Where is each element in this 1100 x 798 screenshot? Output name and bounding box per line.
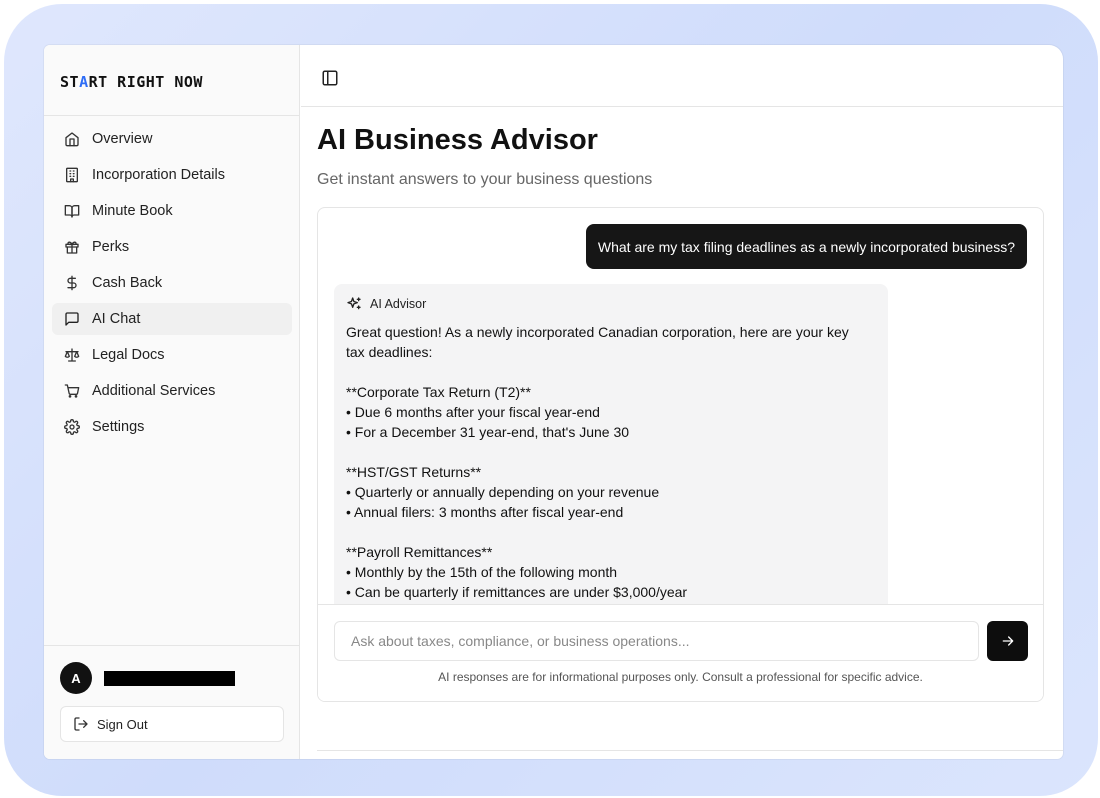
sidebar-item-legal-docs[interactable]: Legal Docs (52, 339, 292, 371)
book-open-icon (64, 203, 80, 219)
home-icon (64, 131, 80, 147)
building-icon (64, 167, 80, 183)
user-name-redacted (104, 670, 235, 686)
logo[interactable]: START RIGHT NOW (60, 73, 203, 91)
sidebar-item-label: Settings (92, 419, 145, 435)
ai-advisor-label: AI Advisor (370, 297, 427, 311)
dollar-icon (64, 275, 80, 291)
ai-message-line (346, 442, 876, 462)
sidebar-item-label: AI Chat (92, 311, 141, 327)
chat-input-area: AI responses are for informational purpo… (318, 604, 1043, 701)
sidebar-item-label: Perks (92, 239, 130, 255)
sidebar-item-minute-book[interactable]: Minute Book (52, 195, 292, 227)
logo-text-accent: A (79, 73, 89, 91)
gear-icon (64, 419, 80, 435)
sidebar-item-label: Overview (92, 131, 153, 147)
page-subtitle: Get instant answers to your business que… (317, 171, 653, 188)
chat-icon (64, 311, 80, 327)
sign-out-label: Sign Out (97, 716, 148, 732)
logo-text-end: RT RIGHT NOW (88, 73, 203, 91)
sidebar-item-cash-back[interactable]: Cash Back (52, 267, 292, 299)
ai-message-line: tax deadlines: (346, 344, 433, 360)
ai-message-line: • For a December 31 year-end, that's Jun… (346, 424, 630, 440)
sidebar-item-ai-chat[interactable]: AI Chat (52, 303, 292, 335)
ai-message-line: • Annual filers: 3 months after fiscal y… (346, 504, 624, 520)
page-title: AI Business Advisor (317, 124, 598, 156)
gift-icon (64, 239, 80, 255)
sidebar-item-label: Incorporation Details (92, 167, 225, 183)
sidebar-item-label: Cash Back (92, 275, 163, 291)
sidebar: START RIGHT NOW Overview Incorporation D… (44, 45, 300, 759)
sign-out-button[interactable]: Sign Out (60, 706, 284, 742)
ai-message-line: **Corporate Tax Return (T2)** (346, 384, 531, 400)
sidebar-item-label: Minute Book (92, 203, 173, 219)
main-content: AI Business Advisor Get instant answers … (301, 45, 1063, 759)
sidebar-item-label: Additional Services (92, 383, 216, 399)
bottom-divider (317, 750, 1063, 751)
ai-message-header: AI Advisor (346, 296, 876, 312)
logo-text-start: ST (60, 73, 80, 91)
disclaimer-text: AI responses are for informational purpo… (438, 670, 923, 684)
sidebar-item-settings[interactable]: Settings (52, 411, 292, 443)
app-window: START RIGHT NOW Overview Incorporation D… (44, 45, 1063, 759)
sidebar-nav: Overview Incorporation Details Minute Bo… (52, 123, 292, 447)
ai-message-line: • Quarterly or annually depending on you… (346, 484, 660, 500)
sidebar-item-label: Legal Docs (92, 347, 165, 363)
chat-panel: What are my tax filing deadlines as a ne… (317, 207, 1044, 702)
ai-message-line: Great question! As a newly incorporated … (346, 324, 849, 340)
sidebar-item-overview[interactable]: Overview (52, 123, 292, 155)
ai-message-line: • Monthly by the 15th of the following m… (346, 564, 618, 580)
panel-left-icon (322, 70, 338, 86)
ai-message-line: **Payroll Remittances** (346, 544, 493, 560)
top-bar (301, 45, 1063, 107)
sidebar-divider (44, 115, 299, 116)
sidebar-item-additional-services[interactable]: Additional Services (52, 375, 292, 407)
arrow-right-icon (1002, 636, 1013, 646)
ai-message-line: **HST/GST Returns** (346, 464, 482, 480)
send-button[interactable] (987, 621, 1028, 661)
sidebar-toggle-button[interactable] (321, 69, 339, 87)
ai-message-line: • Due 6 months after your fiscal year-en… (346, 404, 600, 420)
ai-message-line: • Can be quarterly if remittances are un… (346, 584, 688, 600)
sidebar-bottom-divider (44, 645, 299, 646)
cart-icon (64, 383, 80, 399)
ai-message-line (346, 362, 876, 382)
log-out-icon (74, 717, 88, 731)
user-message-text: What are my tax filing deadlines as a ne… (597, 238, 1015, 255)
ai-message-line (346, 522, 876, 542)
sidebar-item-perks[interactable]: Perks (52, 231, 292, 263)
sparkles-icon (347, 297, 361, 310)
user-message-bubble: What are my tax filing deadlines as a ne… (585, 224, 1027, 269)
chat-input[interactable] (334, 621, 979, 661)
user-profile: A (60, 662, 235, 694)
avatar: A (60, 662, 92, 694)
ai-message-bubble: AI Advisor Great question! As a newly in… (334, 284, 888, 624)
scale-icon (64, 347, 80, 363)
sidebar-item-incorporation-details[interactable]: Incorporation Details (52, 159, 292, 191)
